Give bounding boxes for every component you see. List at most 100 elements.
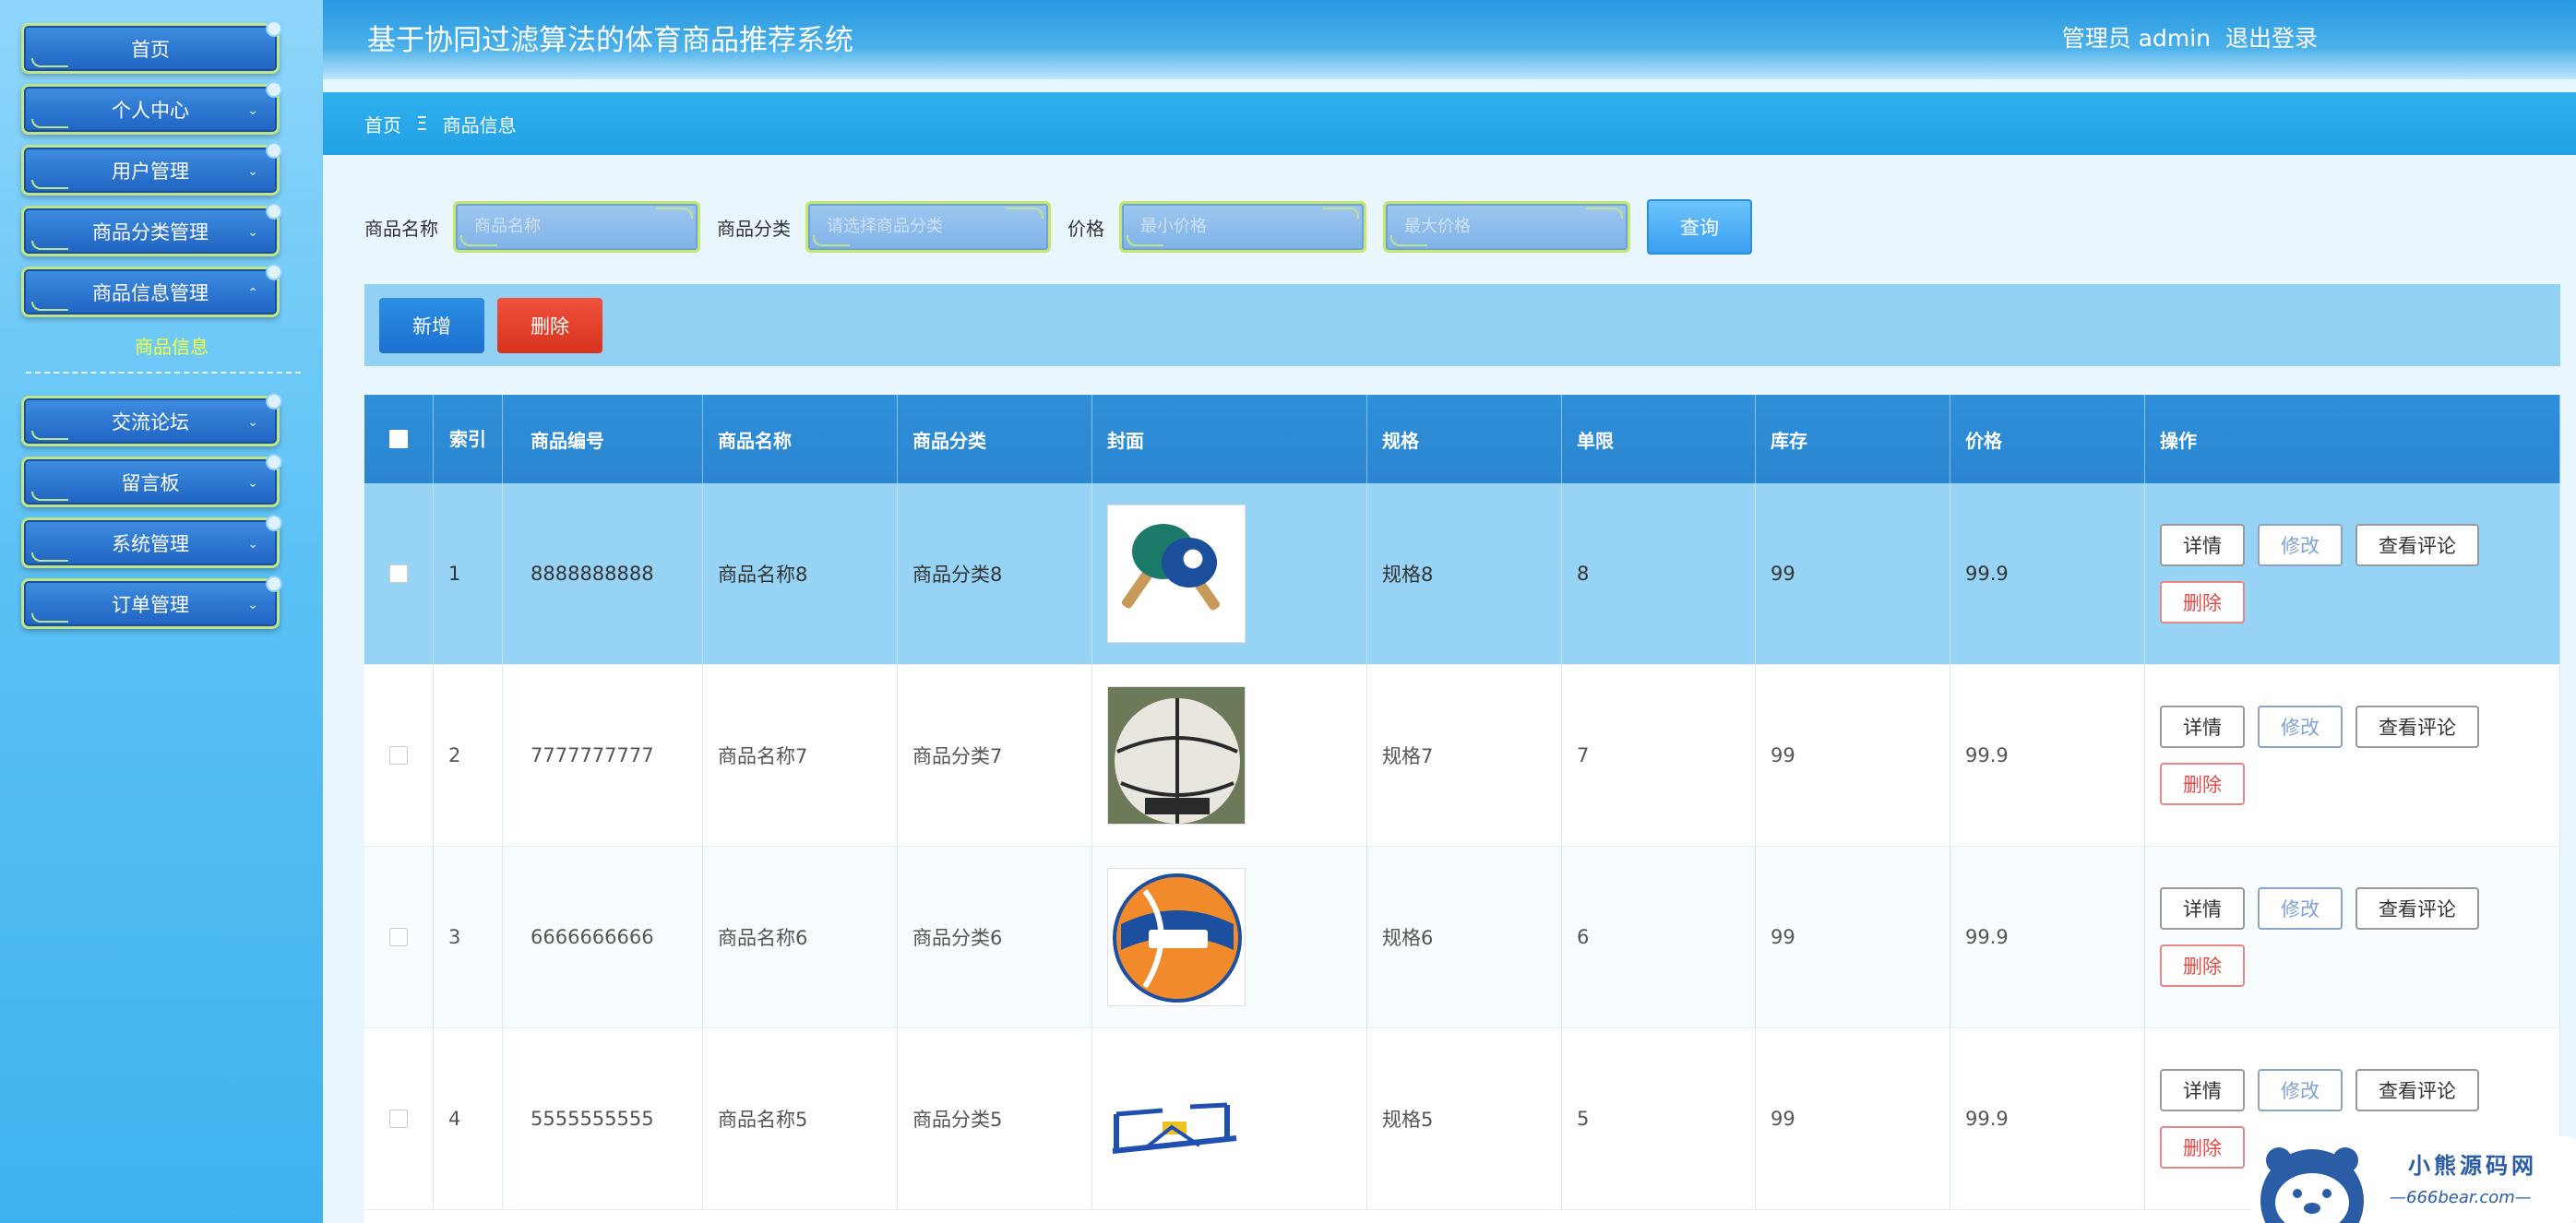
category-cell: 商品分类5 [898,1028,1092,1209]
category-label: 商品分类 [717,217,791,240]
query-button[interactable]: 查询 [1647,199,1752,255]
stock-cell: 99 [1756,847,1950,1027]
index-cell: 3 [434,847,503,1027]
row-select-cell [364,483,434,664]
delete-button[interactable]: 删除 [2160,944,2245,987]
chevron-down-icon: ⌄ [247,537,258,552]
table-row[interactable]: 2 7777777777 商品名称7 商品分类7 规格7 7 99 99.9 详… [364,665,2560,847]
divider [26,372,301,374]
ops-cell: 详情 修改 查看评论 删除 [2145,847,2560,1027]
sidebar-item-message-board[interactable]: 留言板 ⌄ [21,454,282,507]
limit-cell: 8 [1562,483,1756,664]
row-checkbox[interactable] [389,1110,408,1128]
price-cell: 99.9 [1950,1028,2145,1209]
ornament [31,613,68,623]
add-button[interactable]: 新增 [379,298,484,353]
breadcrumb-home[interactable]: 首页 [364,111,401,137]
category-cell: 商品分类7 [898,665,1092,846]
ornament [31,241,68,250]
row-checkbox[interactable] [389,746,408,765]
product-name-input[interactable]: 商品名称 [453,201,700,253]
detail-button[interactable]: 详情 [2160,1069,2245,1111]
ornament [31,552,68,562]
code-cell: 8888888888 [503,483,703,664]
ornament [31,302,68,311]
limit-cell: 6 [1562,847,1756,1027]
detail-button[interactable]: 详情 [2160,524,2245,566]
price-max-input[interactable]: 最大价格 [1383,201,1630,253]
row-checkbox[interactable] [389,928,408,946]
view-review-button[interactable]: 查看评论 [2355,524,2479,566]
table-row[interactable]: 3 6666666666 商品名称6 商品分类6 规格6 6 99 99.9 详… [364,847,2560,1028]
sidebar-item-label: 订单管理 [112,593,189,616]
code-header: 商品编号 [503,395,703,483]
sidebar-item-user-management[interactable]: 用户管理 ⌄ [21,142,282,196]
index-cell: 1 [434,483,503,664]
volleyball-image [1107,868,1246,1006]
sidebar-item-product-management[interactable]: 商品信息管理 ⌃ [21,264,282,317]
delete-button[interactable]: 删除 [2160,581,2245,623]
sidebar-subitem-product-info[interactable]: 商品信息 [21,330,322,363]
category-select[interactable]: 请选择商品分类 [805,201,1051,253]
category-header: 商品分类 [898,395,1092,483]
table-header: 索引 商品编号 商品名称 商品分类 封面 规格 单限 库存 价格 操作 [364,395,2560,483]
sidebar-item-category-management[interactable]: 商品分类管理 ⌄ [21,203,282,256]
ornament [31,180,68,189]
breadcrumb: 首页 Ξ 商品信息 [323,92,2576,155]
ornament [31,119,68,128]
code-cell: 5555555555 [503,1028,703,1209]
user-role: 管理员 admin [2061,25,2211,52]
user-area: 管理员 admin 退出登录 [2062,20,2318,53]
placeholder: 最小价格 [1140,217,1207,236]
ops-header: 操作 [2145,395,2560,483]
spec-cell: 规格8 [1367,483,1562,664]
action-bar: 新增 删除 [364,284,2560,366]
top-header: 基于协同过滤算法的体育商品推荐系统 管理员 admin 退出登录 [323,0,2576,79]
edit-button[interactable]: 修改 [2258,1069,2343,1111]
ornament [31,58,68,67]
price-min-input[interactable]: 最小价格 [1119,201,1366,253]
delete-button[interactable]: 删除 [2160,1126,2245,1169]
row-checkbox[interactable] [389,564,408,583]
edit-button[interactable]: 修改 [2258,524,2343,566]
edit-button[interactable]: 修改 [2258,706,2343,748]
table-tennis-icon [1121,524,1221,611]
price-cell: 99.9 [1950,483,2145,664]
detail-button[interactable]: 详情 [2160,706,2245,748]
sidebar-item-personal-center[interactable]: 个人中心 ⌄ [21,81,282,135]
price-header: 价格 [1950,395,2145,483]
table-row[interactable]: 1 8888888888 商品名称8 商品分类8 规格8 8 99 99.9 详… [364,483,2560,665]
select-all-checkbox[interactable] [389,430,408,448]
cover-cell [1092,483,1367,664]
logout-link[interactable]: 退出登录 [2225,20,2318,53]
watermark-url: —666bear.com— [2390,1188,2532,1207]
batch-delete-button[interactable]: 删除 [497,298,602,353]
delete-button[interactable]: 删除 [2160,763,2245,805]
limit-header: 单限 [1562,395,1756,483]
ornament [31,431,68,440]
name-cell: 商品名称7 [703,665,898,846]
view-review-button[interactable]: 查看评论 [2355,1069,2479,1111]
basketball-image [1107,686,1246,825]
view-review-button[interactable]: 查看评论 [2355,706,2479,748]
view-review-button[interactable]: 查看评论 [2355,887,2479,930]
select-all-cell [364,395,434,483]
name-cell: 商品名称6 [703,847,898,1027]
header-strip [323,79,2576,92]
sidebar-item-system-management[interactable]: 系统管理 ⌄ [21,515,282,568]
sidebar-item-order-management[interactable]: 订单管理 ⌄ [21,576,282,629]
detail-button[interactable]: 详情 [2160,887,2245,930]
edit-button[interactable]: 修改 [2258,887,2343,930]
table-row[interactable]: 4 5555555555 商品名称5 商品分类5 规格5 5 99 99.9 详… [364,1028,2560,1210]
limit-cell: 7 [1562,665,1756,846]
chevron-up-icon: ⌃ [247,286,258,301]
column-header-label: 索引 [449,428,486,450]
spec-cell: 规格5 [1367,1028,1562,1209]
sidebar-item-forum[interactable]: 交流论坛 ⌄ [21,393,282,446]
product-table: 索引 商品编号 商品名称 商品分类 封面 规格 单限 库存 价格 操作 1 88… [364,395,2560,1223]
breadcrumb-current: 商品信息 [442,113,517,137]
limit-cell: 5 [1562,1028,1756,1209]
ops-cell: 详情 修改 查看评论 删除 [2145,665,2560,846]
cover-cell [1092,665,1367,846]
sidebar-item-home[interactable]: 首页 [21,20,282,74]
